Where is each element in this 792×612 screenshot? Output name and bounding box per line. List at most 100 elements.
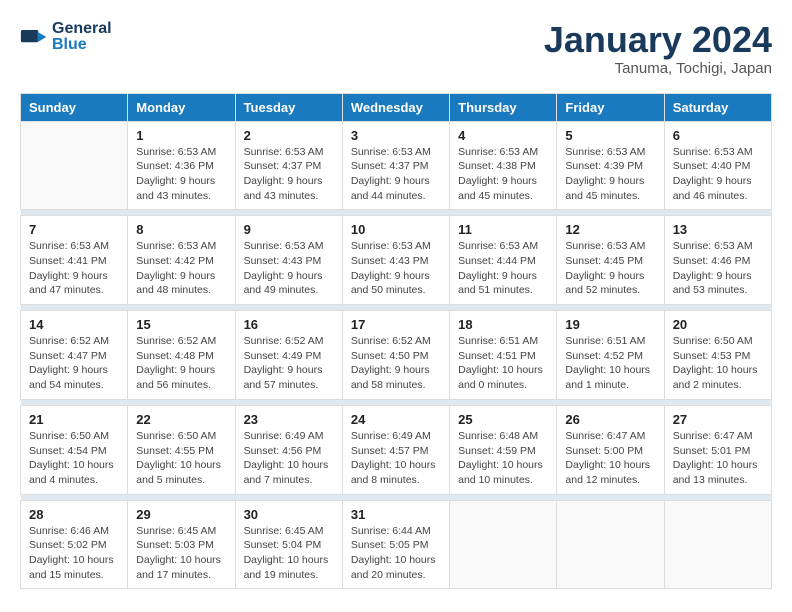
day-detail: Sunrise: 6:53 AM Sunset: 4:43 PM Dayligh… xyxy=(244,239,334,298)
calendar-cell: 8Sunrise: 6:53 AM Sunset: 4:42 PM Daylig… xyxy=(128,216,235,305)
day-detail: Sunrise: 6:50 AM Sunset: 4:54 PM Dayligh… xyxy=(29,429,119,488)
month-title: January 2024 xyxy=(544,20,772,60)
calendar-week-row: 21 Sunrise: 6:50 AM Sunset: 4:54 PM Dayli… xyxy=(21,405,772,494)
logo: General Blue xyxy=(20,20,112,54)
calendar-cell: 20Sunrise: 6:50 AM Sunset: 4:53 PM Dayli… xyxy=(664,311,771,400)
day-detail: Sunrise: 6:53 AM Sunset: 4:41 PM Dayligh… xyxy=(29,239,119,298)
day-number: 12 xyxy=(565,222,655,237)
calendar-table: SundayMondayTuesdayWednesdayThursdayFrid… xyxy=(20,93,772,590)
calendar-week-row: 7 Sunrise: 6:53 AM Sunset: 4:41 PM Daylig… xyxy=(21,216,772,305)
calendar-week-row: 1Sunrise: 6:53 AM Sunset: 4:36 PM Daylig… xyxy=(21,121,772,210)
calendar-cell: 31Sunrise: 6:44 AM Sunset: 5:05 PM Dayli… xyxy=(342,500,449,589)
day-detail: Sunrise: 6:52 AM Sunset: 4:50 PM Dayligh… xyxy=(351,334,441,393)
day-number: 22 xyxy=(136,412,226,427)
day-number: 11 xyxy=(458,222,548,237)
day-detail: Sunrise: 6:53 AM Sunset: 4:37 PM Dayligh… xyxy=(351,145,441,204)
day-detail: Sunrise: 6:53 AM Sunset: 4:46 PM Dayligh… xyxy=(673,239,763,298)
day-number: 7 xyxy=(29,222,119,237)
calendar-cell xyxy=(557,500,664,589)
calendar-cell: 28 Sunrise: 6:46 AM Sunset: 5:02 PM Dayli… xyxy=(21,500,128,589)
day-detail: Sunrise: 6:53 AM Sunset: 4:45 PM Dayligh… xyxy=(565,239,655,298)
day-number: 25 xyxy=(458,412,548,427)
day-detail: Sunrise: 6:53 AM Sunset: 4:40 PM Dayligh… xyxy=(673,145,763,204)
day-number: 1 xyxy=(136,128,226,143)
calendar-cell: 17 Sunrise: 6:52 AM Sunset: 4:50 PM Dayli… xyxy=(342,311,449,400)
day-detail: Sunrise: 6:50 AM Sunset: 4:55 PM Dayligh… xyxy=(136,429,226,488)
day-detail: Sunrise: 6:51 AM Sunset: 4:51 PM Dayligh… xyxy=(458,334,548,393)
day-number: 18 xyxy=(458,317,548,332)
calendar-cell: 18 Sunrise: 6:51 AM Sunset: 4:51 PM Dayli… xyxy=(450,311,557,400)
day-header-sunday: Sunday xyxy=(21,93,128,121)
calendar-cell: 23Sunrise: 6:49 AM Sunset: 4:56 PM Dayli… xyxy=(235,405,342,494)
calendar-week-row: 14 Sunrise: 6:52 AM Sunset: 4:47 PM Dayli… xyxy=(21,311,772,400)
day-header-thursday: Thursday xyxy=(450,93,557,121)
day-detail: Sunrise: 6:53 AM Sunset: 4:39 PM Dayligh… xyxy=(565,145,655,204)
day-number: 14 xyxy=(29,317,119,332)
day-number: 5 xyxy=(565,128,655,143)
day-header-saturday: Saturday xyxy=(664,93,771,121)
calendar-cell: 27 Sunrise: 6:47 AM Sunset: 5:01 PM Dayli… xyxy=(664,405,771,494)
calendar-cell: 13 Sunrise: 6:53 AM Sunset: 4:46 PM Dayli… xyxy=(664,216,771,305)
calendar-cell: 4Sunrise: 6:53 AM Sunset: 4:38 PM Daylig… xyxy=(450,121,557,210)
day-number: 16 xyxy=(244,317,334,332)
day-number: 13 xyxy=(673,222,763,237)
day-detail: Sunrise: 6:52 AM Sunset: 4:48 PM Dayligh… xyxy=(136,334,226,393)
day-detail: Sunrise: 6:47 AM Sunset: 5:01 PM Dayligh… xyxy=(673,429,763,488)
day-detail: Sunrise: 6:52 AM Sunset: 4:49 PM Dayligh… xyxy=(244,334,334,393)
day-detail: Sunrise: 6:52 AM Sunset: 4:47 PM Dayligh… xyxy=(29,334,119,393)
calendar-cell: 10 Sunrise: 6:53 AM Sunset: 4:43 PM Dayli… xyxy=(342,216,449,305)
calendar-cell: 24 Sunrise: 6:49 AM Sunset: 4:57 PM Dayli… xyxy=(342,405,449,494)
calendar-cell: 1Sunrise: 6:53 AM Sunset: 4:36 PM Daylig… xyxy=(128,121,235,210)
day-detail: Sunrise: 6:53 AM Sunset: 4:44 PM Dayligh… xyxy=(458,239,548,298)
page-header: General Blue January 2024 Tanuma, Tochig… xyxy=(20,20,772,77)
day-number: 19 xyxy=(565,317,655,332)
calendar-cell xyxy=(450,500,557,589)
calendar-cell: 16 Sunrise: 6:52 AM Sunset: 4:49 PM Dayli… xyxy=(235,311,342,400)
calendar-cell: 15 Sunrise: 6:52 AM Sunset: 4:48 PM Dayli… xyxy=(128,311,235,400)
day-number: 28 xyxy=(29,507,119,522)
logo-line2: Blue xyxy=(52,36,112,54)
day-number: 10 xyxy=(351,222,441,237)
day-header-monday: Monday xyxy=(128,93,235,121)
day-detail: Sunrise: 6:48 AM Sunset: 4:59 PM Dayligh… xyxy=(458,429,548,488)
day-detail: Sunrise: 6:46 AM Sunset: 5:02 PM Dayligh… xyxy=(29,524,119,583)
calendar-cell: 9 Sunrise: 6:53 AM Sunset: 4:43 PM Daylig… xyxy=(235,216,342,305)
calendar-cell: 3 Sunrise: 6:53 AM Sunset: 4:37 PM Daylig… xyxy=(342,121,449,210)
day-detail: Sunrise: 6:53 AM Sunset: 4:38 PM Dayligh… xyxy=(458,145,548,204)
calendar-cell: 5 Sunrise: 6:53 AM Sunset: 4:39 PM Daylig… xyxy=(557,121,664,210)
day-number: 24 xyxy=(351,412,441,427)
calendar-cell: 21 Sunrise: 6:50 AM Sunset: 4:54 PM Dayli… xyxy=(21,405,128,494)
calendar-cell: 6 Sunrise: 6:53 AM Sunset: 4:40 PM Daylig… xyxy=(664,121,771,210)
calendar-body: 1Sunrise: 6:53 AM Sunset: 4:36 PM Daylig… xyxy=(21,121,772,589)
calendar-cell xyxy=(664,500,771,589)
calendar-cell: 29 Sunrise: 6:45 AM Sunset: 5:03 PM Dayli… xyxy=(128,500,235,589)
day-detail: Sunrise: 6:49 AM Sunset: 4:57 PM Dayligh… xyxy=(351,429,441,488)
calendar-cell: 22 Sunrise: 6:50 AM Sunset: 4:55 PM Dayli… xyxy=(128,405,235,494)
calendar-cell: 30Sunrise: 6:45 AM Sunset: 5:04 PM Dayli… xyxy=(235,500,342,589)
day-number: 17 xyxy=(351,317,441,332)
day-number: 6 xyxy=(673,128,763,143)
day-detail: Sunrise: 6:49 AM Sunset: 4:56 PM Dayligh… xyxy=(244,429,334,488)
calendar-cell xyxy=(21,121,128,210)
day-detail: Sunrise: 6:53 AM Sunset: 4:42 PM Dayligh… xyxy=(136,239,226,298)
day-header-friday: Friday xyxy=(557,93,664,121)
day-number: 9 xyxy=(244,222,334,237)
calendar-cell: 7 Sunrise: 6:53 AM Sunset: 4:41 PM Daylig… xyxy=(21,216,128,305)
day-number: 15 xyxy=(136,317,226,332)
day-number: 3 xyxy=(351,128,441,143)
day-detail: Sunrise: 6:44 AM Sunset: 5:05 PM Dayligh… xyxy=(351,524,441,583)
day-number: 27 xyxy=(673,412,763,427)
day-detail: Sunrise: 6:45 AM Sunset: 5:04 PM Dayligh… xyxy=(244,524,334,583)
day-detail: Sunrise: 6:47 AM Sunset: 5:00 PM Dayligh… xyxy=(565,429,655,488)
calendar-cell: 2Sunrise: 6:53 AM Sunset: 4:37 PM Daylig… xyxy=(235,121,342,210)
day-detail: Sunrise: 6:45 AM Sunset: 5:03 PM Dayligh… xyxy=(136,524,226,583)
day-number: 2 xyxy=(244,128,334,143)
day-detail: Sunrise: 6:51 AM Sunset: 4:52 PM Dayligh… xyxy=(565,334,655,393)
calendar-cell: 12 Sunrise: 6:53 AM Sunset: 4:45 PM Dayli… xyxy=(557,216,664,305)
day-number: 26 xyxy=(565,412,655,427)
day-number: 21 xyxy=(29,412,119,427)
calendar-cell: 11 Sunrise: 6:53 AM Sunset: 4:44 PM Dayli… xyxy=(450,216,557,305)
calendar-cell: 19 Sunrise: 6:51 AM Sunset: 4:52 PM Dayli… xyxy=(557,311,664,400)
day-number: 29 xyxy=(136,507,226,522)
day-detail: Sunrise: 6:53 AM Sunset: 4:43 PM Dayligh… xyxy=(351,239,441,298)
